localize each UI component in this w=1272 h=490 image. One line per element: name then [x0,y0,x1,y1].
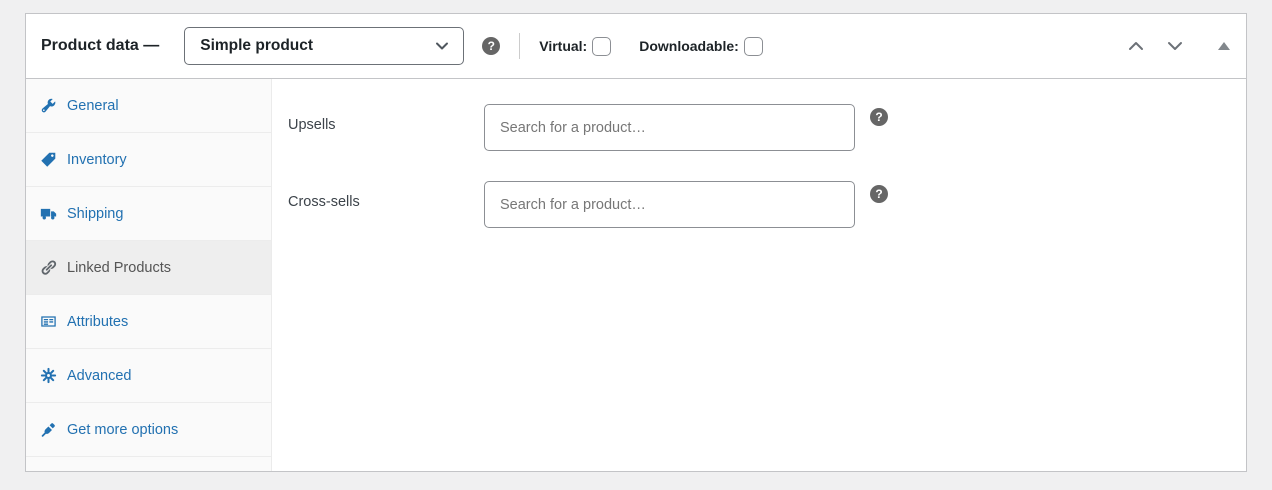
downloadable-checkbox[interactable] [743,36,763,56]
virtual-label: Virtual: [539,38,588,54]
cross-sells-help-icon[interactable]: ? [870,185,888,203]
tag-icon [40,151,57,168]
chevron-down-icon [434,38,450,54]
tab-label: Linked Products [67,259,171,276]
header-divider [519,33,521,59]
upsells-label: Upsells [288,117,336,133]
wrench-icon [40,97,57,114]
plug-icon [40,421,57,438]
cross-sells-field-row: Cross-sells ? [288,181,1246,228]
tab-label: Shipping [67,205,124,222]
toggle-panel-icon[interactable] [1218,42,1230,50]
tab-get-more-options[interactable]: Get more options [26,403,271,457]
virtual-checkbox[interactable] [592,36,612,56]
metabox-header: Product data — Simple product ? Virtual:… [26,14,1246,79]
upsells-search-input[interactable] [484,104,855,151]
tab-linked-products[interactable]: Linked Products [26,241,271,295]
tab-shipping[interactable]: Shipping [26,187,271,241]
truck-icon [40,205,57,222]
chevron-up-icon[interactable] [1125,35,1147,57]
product-type-select[interactable]: Simple product [184,27,465,65]
metabox-handle-controls [1125,35,1230,57]
metabox-body: General Inventory Shipping Linked Produc… [26,79,1246,471]
cross-sells-search-input[interactable] [484,181,855,228]
tab-inventory[interactable]: Inventory [26,133,271,187]
product-data-metabox: Product data — Simple product ? Virtual:… [25,13,1247,472]
chevron-down-icon[interactable] [1164,35,1186,57]
page-title: Product data — [41,37,160,54]
tab-label: Advanced [67,367,132,384]
link-icon [40,259,57,276]
tab-general[interactable]: General [26,79,271,133]
downloadable-label: Downloadable: [639,38,739,54]
upsells-help-icon[interactable]: ? [870,108,888,126]
card-icon [40,313,57,330]
tab-label: Get more options [67,421,179,438]
tab-label: Inventory [67,151,127,168]
tab-label: Attributes [67,313,129,330]
gear-icon [40,367,57,384]
cross-sells-label: Cross-sells [288,194,360,210]
product-data-tabs: General Inventory Shipping Linked Produc… [26,79,272,471]
tab-label: General [67,97,119,114]
tab-advanced[interactable]: Advanced [26,349,271,403]
product-type-help-icon[interactable]: ? [482,37,501,55]
upsells-field-row: Upsells ? [288,104,1246,151]
product-type-selected-value: Simple product [200,37,314,54]
tab-attributes[interactable]: Attributes [26,295,271,349]
linked-products-panel: Upsells ? Cross-sells ? [272,79,1246,471]
